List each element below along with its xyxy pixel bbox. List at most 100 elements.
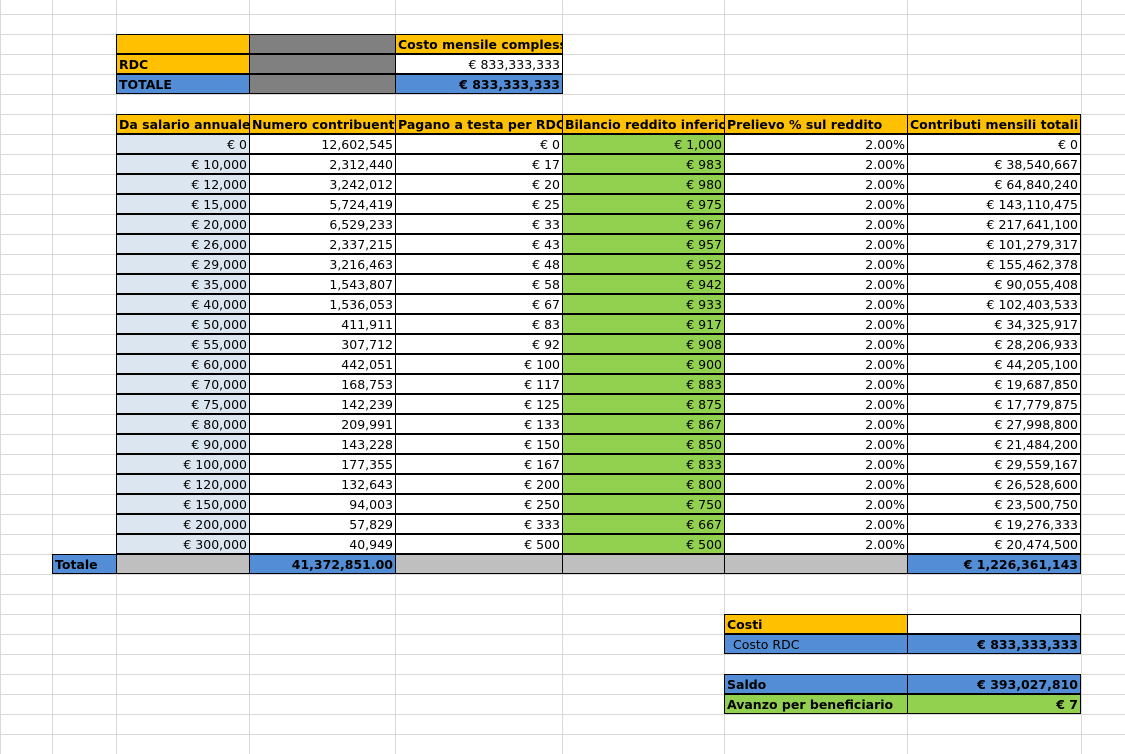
cell-prelievo[interactable]: 2.00% <box>724 274 908 294</box>
cell-contribuenti[interactable]: 12,602,545 <box>249 134 396 154</box>
cell-contribuenti[interactable]: 142,239 <box>249 394 396 414</box>
cell-contributi[interactable]: € 64,840,240 <box>907 174 1081 194</box>
totale-cell-bilancio[interactable] <box>562 554 725 574</box>
cell-pagano[interactable]: € 25 <box>395 194 563 214</box>
cell-salario[interactable]: € 40,000 <box>116 294 250 314</box>
cell-prelievo[interactable]: 2.00% <box>724 234 908 254</box>
cell-rdc-gray[interactable] <box>249 54 396 74</box>
cell-pagano[interactable]: € 83 <box>395 314 563 334</box>
cell-bilancio[interactable]: € 933 <box>562 294 725 314</box>
cell-prelievo[interactable]: 2.00% <box>724 134 908 154</box>
cell-contributi[interactable]: € 34,325,917 <box>907 314 1081 334</box>
cell-contributi[interactable]: € 28,206,933 <box>907 334 1081 354</box>
cell-salario[interactable]: € 10,000 <box>116 154 250 174</box>
cell-pagano[interactable]: € 43 <box>395 234 563 254</box>
cell-salario[interactable]: € 50,000 <box>116 314 250 334</box>
cell-contributi[interactable]: € 90,055,408 <box>907 274 1081 294</box>
cell-contribuenti[interactable]: 442,051 <box>249 354 396 374</box>
cell-contributi[interactable]: € 102,403,533 <box>907 294 1081 314</box>
cell-bilancio[interactable]: € 750 <box>562 494 725 514</box>
cell-contributi[interactable]: € 101,279,317 <box>907 234 1081 254</box>
cell-bilancio[interactable]: € 850 <box>562 434 725 454</box>
cell-prelievo[interactable]: 2.00% <box>724 474 908 494</box>
avanzo-label[interactable]: Avanzo per beneficiario <box>724 694 908 714</box>
rdc-label[interactable]: RDC <box>116 54 250 74</box>
cell-contributi[interactable]: € 217,641,100 <box>907 214 1081 234</box>
cell-prelievo[interactable]: 2.00% <box>724 454 908 474</box>
cell-bilancio[interactable]: € 833 <box>562 454 725 474</box>
cell-salario[interactable]: € 70,000 <box>116 374 250 394</box>
cell-salario[interactable]: € 12,000 <box>116 174 250 194</box>
cell-prelievo[interactable]: 2.00% <box>724 334 908 354</box>
cell-bilancio[interactable]: € 908 <box>562 334 725 354</box>
cell-contribuenti[interactable]: 411,911 <box>249 314 396 334</box>
cell-bilancio[interactable]: € 980 <box>562 174 725 194</box>
cell-salario[interactable]: € 55,000 <box>116 334 250 354</box>
cell-contributi[interactable]: € 27,998,800 <box>907 414 1081 434</box>
cell-contribuenti[interactable]: 1,536,053 <box>249 294 396 314</box>
cell-contributi[interactable]: € 19,687,850 <box>907 374 1081 394</box>
cell-contribuenti[interactable]: 132,643 <box>249 474 396 494</box>
totale-header-value[interactable]: € 833,333,333 <box>395 74 563 94</box>
cell-salario[interactable]: € 26,000 <box>116 234 250 254</box>
cell-pagano[interactable]: € 133 <box>395 414 563 434</box>
header-bilancio-reddito[interactable]: Bilancio reddito inferiore <box>562 114 725 134</box>
header-prelievo[interactable]: Prelievo % sul reddito <box>724 114 908 134</box>
totale-cell-pagano[interactable] <box>395 554 563 574</box>
cell-bilancio[interactable]: € 800 <box>562 474 725 494</box>
avanzo-value[interactable]: € 7 <box>907 694 1081 714</box>
cell-pagano[interactable]: € 67 <box>395 294 563 314</box>
cell-pagano[interactable]: € 250 <box>395 494 563 514</box>
cell-prelievo[interactable]: 2.00% <box>724 194 908 214</box>
costo-rdc-value[interactable]: € 833,333,333 <box>907 634 1081 654</box>
cell-bilancio[interactable]: € 917 <box>562 314 725 334</box>
cell-totale-gray[interactable] <box>249 74 396 94</box>
cell-salario[interactable]: € 0 <box>116 134 250 154</box>
totale-cell-contribuenti[interactable]: 41,372,851.00 <box>249 554 396 574</box>
cell-contribuenti[interactable]: 40,949 <box>249 534 396 554</box>
saldo-label[interactable]: Saldo <box>724 674 908 694</box>
costo-rdc-label[interactable]: Costo RDC <box>724 634 908 654</box>
cell-contribuenti[interactable]: 2,312,440 <box>249 154 396 174</box>
cell-salario[interactable]: € 100,000 <box>116 454 250 474</box>
cell-salario[interactable]: € 80,000 <box>116 414 250 434</box>
cell-bilancio[interactable]: € 983 <box>562 154 725 174</box>
header-contributi-mensili[interactable]: Contributi mensili totali <box>907 114 1081 134</box>
cell-bilancio[interactable]: € 1,000 <box>562 134 725 154</box>
cell-bilancio[interactable]: € 952 <box>562 254 725 274</box>
totale-header-label[interactable]: TOTALE <box>116 74 250 94</box>
cell-prelievo[interactable]: 2.00% <box>724 314 908 334</box>
cell-pagano[interactable]: € 117 <box>395 374 563 394</box>
cell-bilancio[interactable]: € 900 <box>562 354 725 374</box>
cell-prelievo[interactable]: 2.00% <box>724 214 908 234</box>
cell-contribuenti[interactable]: 3,242,012 <box>249 174 396 194</box>
cell-salario[interactable]: € 300,000 <box>116 534 250 554</box>
cell-prelievo[interactable]: 2.00% <box>724 414 908 434</box>
cell-contribuenti[interactable]: 143,228 <box>249 434 396 454</box>
cell-salario[interactable]: € 200,000 <box>116 514 250 534</box>
cell-salario[interactable]: € 120,000 <box>116 474 250 494</box>
cell-prelievo[interactable]: 2.00% <box>724 174 908 194</box>
cell-prelievo[interactable]: 2.00% <box>724 154 908 174</box>
cell-prelievo[interactable]: 2.00% <box>724 394 908 414</box>
cell-pagano[interactable]: € 33 <box>395 214 563 234</box>
cell-contributi[interactable]: € 23,500,750 <box>907 494 1081 514</box>
cell-bilancio[interactable]: € 975 <box>562 194 725 214</box>
header-pagano-a-testa[interactable]: Pagano a testa per RDC <box>395 114 563 134</box>
saldo-value[interactable]: € 393,027,810 <box>907 674 1081 694</box>
cell-pagano[interactable]: € 17 <box>395 154 563 174</box>
cell-contributi[interactable]: € 44,205,100 <box>907 354 1081 374</box>
cell-bilancio[interactable]: € 500 <box>562 534 725 554</box>
cell-pagano[interactable]: € 500 <box>395 534 563 554</box>
cell-contribuenti[interactable]: 5,724,419 <box>249 194 396 214</box>
cell-pagano[interactable]: € 167 <box>395 454 563 474</box>
cell-prelievo[interactable]: 2.00% <box>724 294 908 314</box>
cell-summary-header-gray[interactable] <box>249 34 396 54</box>
cell-salario[interactable]: € 150,000 <box>116 494 250 514</box>
cell-salario[interactable]: € 60,000 <box>116 354 250 374</box>
cell-prelievo[interactable]: 2.00% <box>724 354 908 374</box>
cell-contributi[interactable]: € 19,276,333 <box>907 514 1081 534</box>
cell-contribuenti[interactable]: 168,753 <box>249 374 396 394</box>
cell-salario[interactable]: € 20,000 <box>116 214 250 234</box>
cell-contribuenti[interactable]: 6,529,233 <box>249 214 396 234</box>
